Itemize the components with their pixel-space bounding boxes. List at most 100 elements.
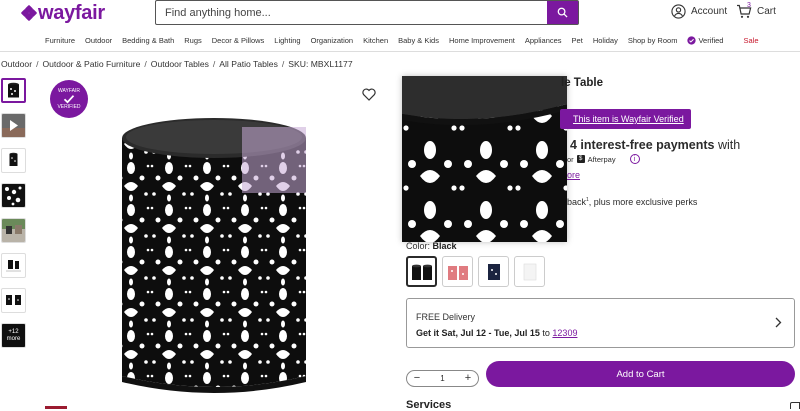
payments-with: with <box>718 138 741 152</box>
search-input[interactable] <box>156 1 547 24</box>
more-label: more <box>6 335 21 342</box>
payments-line: 4 interest-free payments with <box>570 138 740 152</box>
thumbnail-more[interactable]: +12 more <box>1 323 26 348</box>
nav-item-home-improvement[interactable]: Home Improvement <box>449 36 515 45</box>
thumbnail-6[interactable] <box>1 253 26 278</box>
breadcrumb-separator: / <box>212 59 216 69</box>
lifestyle-thumb-image <box>2 219 25 242</box>
breadcrumb: Outdoor / Outdoor & Patio Furniture / Outdoo… <box>1 59 353 69</box>
thumbnail-video[interactable] <box>1 113 26 138</box>
breadcrumb-item-outdoor-patio-furniture[interactable]: Outdoor & Patio Furniture <box>42 59 140 69</box>
delivery-box[interactable]: FREE Delivery Get it Sat, Jul 12 - Tue, … <box>406 298 795 348</box>
thumbnail-3[interactable] <box>1 148 26 173</box>
wayfair-logo[interactable]: wayfair <box>20 1 105 24</box>
account-icon <box>671 4 686 19</box>
swatch-red[interactable] <box>442 256 473 287</box>
pattern-thumb-image <box>5 186 22 206</box>
more-count: +12 <box>8 328 19 335</box>
nav-verified-label: Verified <box>698 36 724 45</box>
breadcrumb-separator: / <box>281 59 285 69</box>
account-label: Account <box>691 6 728 17</box>
breadcrumb-separator: / <box>36 59 39 69</box>
nav-item-rugs[interactable]: Rugs <box>184 36 202 45</box>
nav-item-appliances[interactable]: Appliances <box>525 36 562 45</box>
chevron-right-icon <box>775 317 782 328</box>
delivery-to: to <box>542 328 550 338</box>
breadcrumb-item-outdoor[interactable]: Outdoor <box>1 59 32 69</box>
product-thumb-image <box>8 82 19 98</box>
nav-item-decor-pillows[interactable]: Decor & Pillows <box>212 36 265 45</box>
play-icon <box>2 120 25 137</box>
dimensions-thumb-image <box>6 260 21 272</box>
color-value: Black <box>432 241 457 251</box>
nav-item-sale[interactable]: Sale <box>743 36 758 45</box>
logo-text: wayfair <box>38 1 105 24</box>
swatch-black-image <box>411 264 432 280</box>
breadcrumb-item-all-patio-tables[interactable]: All Patio Tables <box>219 59 278 69</box>
zoom-preview <box>402 76 567 242</box>
thumbnail-strip: +12 more <box>1 78 28 358</box>
delivery-title: FREE Delivery <box>416 312 476 322</box>
wayfair-verified-badge: WAYFAIR VERIFIED <box>50 80 88 118</box>
breadcrumb-separator: / <box>144 59 147 69</box>
nav-item-holiday[interactable]: Holiday <box>593 36 618 45</box>
account-button[interactable]: Account <box>671 4 727 19</box>
thumbnail-5[interactable] <box>1 218 26 243</box>
swatch-blue-image <box>487 263 500 280</box>
nav-item-lighting[interactable]: Lighting <box>274 36 300 45</box>
pair-thumb-image <box>6 295 21 305</box>
nav-item-outdoor[interactable]: Outdoor <box>85 36 112 45</box>
breadcrumb-item-outdoor-tables[interactable]: Outdoor Tables <box>151 59 209 69</box>
nav-item-bedding-bath[interactable]: Bedding & Bath <box>122 36 174 45</box>
swatch-blue[interactable] <box>478 256 509 287</box>
cart-button[interactable]: 3 Cart <box>736 2 776 19</box>
nav-item-shop-by-room[interactable]: Shop by Room <box>628 36 678 45</box>
thumbnail-7[interactable] <box>1 288 26 313</box>
swatch-white[interactable] <box>514 256 545 287</box>
cart-count-badge: 3 <box>747 2 751 9</box>
more-images-overlay: +12 more <box>2 324 25 347</box>
nav-item-kitchen[interactable]: Kitchen <box>363 36 388 45</box>
thumbnail-1[interactable] <box>1 78 26 103</box>
search-bar <box>155 0 579 25</box>
delivery-zip-link[interactable]: 12309 <box>552 328 577 338</box>
favorite-heart-icon[interactable] <box>362 88 376 101</box>
swatch-red-image <box>447 265 468 280</box>
wayfair-verified-link[interactable]: This item is Wayfair Verified <box>560 109 691 129</box>
zoomed-product-image <box>402 76 567 242</box>
product-thumb-image <box>9 152 18 166</box>
afterpay-prefix: or <box>567 154 574 164</box>
nav-item-pet[interactable]: Pet <box>572 36 583 45</box>
feedback-tab[interactable] <box>790 402 800 409</box>
main-product-image[interactable] <box>36 76 392 409</box>
afterpay-label: Afterpay <box>587 154 616 164</box>
thumbnail-4[interactable] <box>1 183 26 208</box>
add-to-cart-button[interactable]: Add to Cart <box>486 361 795 387</box>
category-nav: Furniture Outdoor Bedding & Bath Rugs De… <box>45 36 769 45</box>
afterpay-line: or $ Afterpay i <box>567 154 640 164</box>
swatch-black[interactable] <box>406 256 437 287</box>
color-label: Color: <box>406 241 431 251</box>
breadcrumb-sku: SKU: MBXL1177 <box>288 59 353 69</box>
nav-item-organization[interactable]: Organization <box>311 36 354 45</box>
perks-line: back1, plus more exclusive perks <box>567 197 697 207</box>
search-button[interactable] <box>547 1 578 24</box>
afterpay-logo-icon: $ <box>576 155 585 163</box>
info-icon[interactable]: i <box>629 154 640 164</box>
perks-rest: , plus more exclusive perks <box>588 197 698 207</box>
color-swatches <box>406 256 550 287</box>
site-header: wayfair Account 3 Cart Furniture Outdoor… <box>0 0 800 52</box>
learn-more-link[interactable]: ore <box>567 170 580 180</box>
nav-item-verified[interactable]: Verified <box>687 36 733 45</box>
verified-badge-icon <box>687 36 697 45</box>
services-heading: Services <box>406 399 452 411</box>
nav-item-furniture[interactable]: Furniture <box>45 36 75 45</box>
qty-value[interactable]: 1 <box>440 374 444 383</box>
payments-bold: 4 interest-free payments <box>570 138 715 152</box>
delivery-dates: Get it Sat, Jul 12 - Tue, Jul 15 <box>416 328 540 338</box>
quantity-stepper: − 1 + <box>406 370 479 387</box>
qty-increase-button[interactable]: + <box>462 373 474 384</box>
swatch-white-image <box>523 263 536 280</box>
nav-item-baby-kids[interactable]: Baby & Kids <box>398 36 439 45</box>
qty-decrease-button[interactable]: − <box>411 373 423 384</box>
